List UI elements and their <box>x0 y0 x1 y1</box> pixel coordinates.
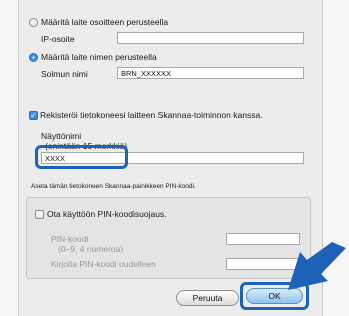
node-name-radio[interactable] <box>29 53 38 62</box>
node-name-field[interactable] <box>117 67 304 79</box>
pin-code-label: PIN-koodi <box>51 234 89 244</box>
ip-address-field-label: IP-osoite <box>41 34 75 44</box>
arrow-icon <box>288 242 346 290</box>
node-name-option-label: Määritä laite nimen perusteella <box>41 52 157 62</box>
ip-address-field[interactable] <box>117 32 304 44</box>
register-checkbox[interactable]: ✓ <box>29 111 38 120</box>
cancel-button[interactable]: Peruuta <box>176 290 239 306</box>
pin-code-hint: (0–9, 4 numeroa) <box>58 244 124 254</box>
pin-enable-checkbox[interactable] <box>35 210 44 219</box>
ip-address-radio[interactable] <box>29 18 38 27</box>
pin-repeat-label: Kirjoita PIN-koodi uudelleen <box>51 259 156 269</box>
pin-section-title: Aseta tämän tietokoneen Skannaa-painikke… <box>31 183 196 190</box>
pin-enable-label: Ota käyttöön PIN-koodisuojaus. <box>47 209 167 219</box>
register-checkbox-label: Rekisteröi tietokoneesi laitteen Skannaa… <box>40 110 263 120</box>
ip-address-option-label: Määritä laite osoitteen perusteella <box>41 17 169 27</box>
node-name-field-label: Solmun nimi <box>41 69 88 79</box>
display-name-label: Näyttönimi <box>41 131 82 141</box>
display-name-highlight <box>35 145 128 169</box>
